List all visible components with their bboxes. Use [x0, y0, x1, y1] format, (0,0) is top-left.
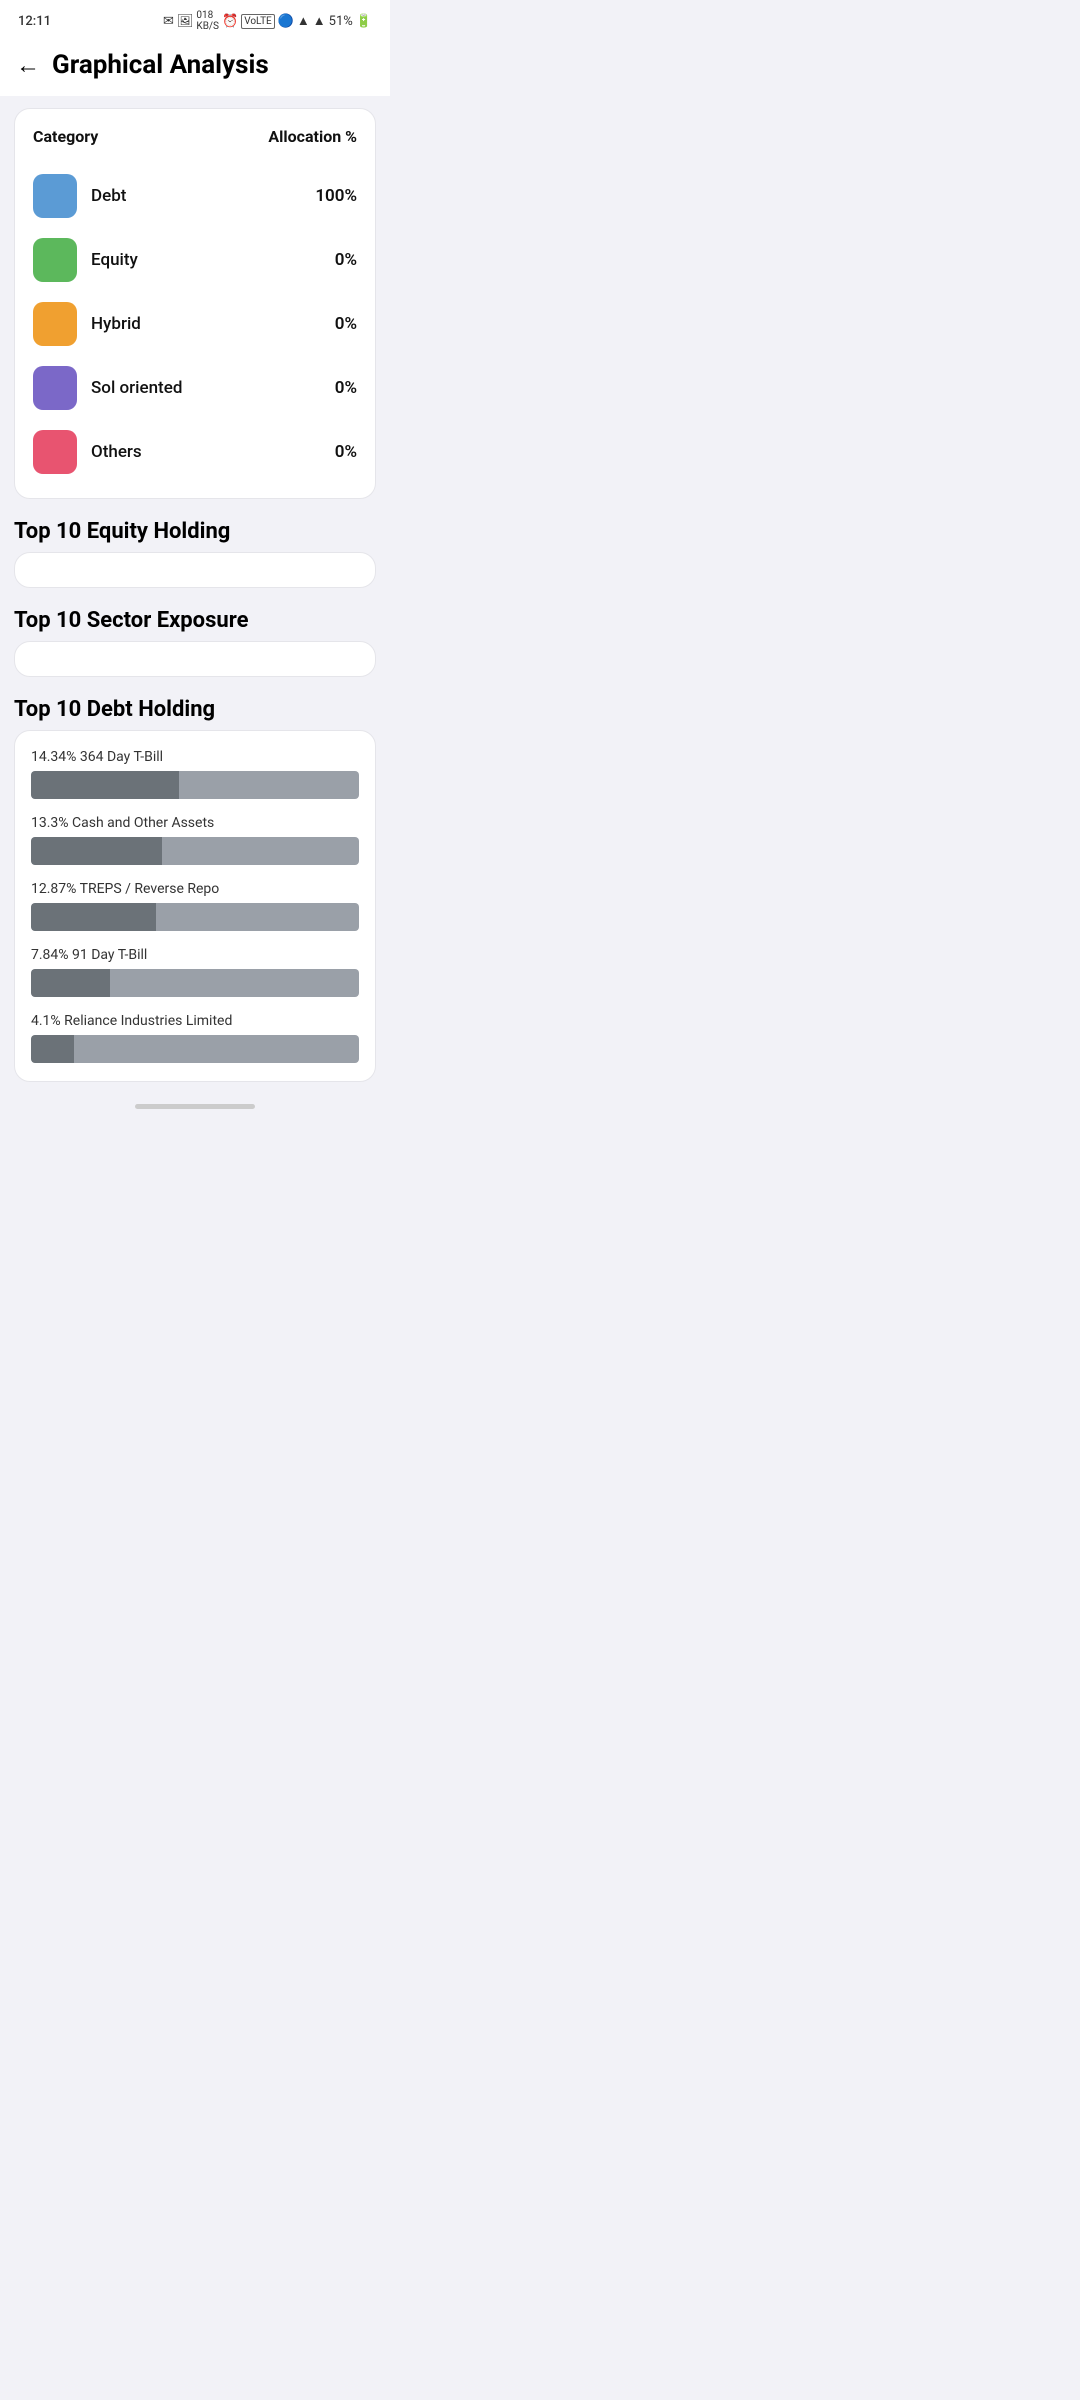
allocation-row: Debt 100% — [33, 164, 357, 228]
category-percent: 0% — [335, 250, 357, 270]
sector-heading: Top 10 Sector Exposure — [14, 604, 376, 641]
allocation-row-left: Others — [33, 430, 142, 474]
allocation-row-left: Equity — [33, 238, 138, 282]
scroll-bar — [135, 1104, 255, 1109]
allocation-card: Category Allocation % Debt 100% Equity 0… — [14, 108, 376, 499]
debt-bar-item: 14.34% 364 Day T-Bill — [31, 749, 359, 799]
allocation-row: Sol oriented 0% — [33, 356, 357, 420]
wifi-icon: ▲ — [297, 13, 310, 29]
equity-section: Top 10 Equity Holding — [14, 515, 376, 588]
image-icon: 🖼 — [177, 14, 194, 29]
column-allocation-label: Allocation % — [268, 127, 357, 146]
debt-bar-item: 7.84% 91 Day T-Bill — [31, 947, 359, 997]
alarm-icon: ⏰ — [222, 14, 238, 29]
debt-bar-track — [31, 1035, 359, 1063]
debt-bar-fill — [31, 1035, 74, 1063]
scroll-indicator — [0, 1094, 390, 1119]
sector-section: Top 10 Sector Exposure — [14, 604, 376, 677]
back-button[interactable]: ← — [16, 53, 40, 77]
category-percent: 0% — [335, 314, 357, 334]
category-color-swatch — [33, 174, 77, 218]
category-percent: 0% — [335, 378, 357, 398]
debt-bar-item: 4.1% Reliance Industries Limited — [31, 1013, 359, 1063]
sector-card-empty — [14, 641, 376, 677]
debt-bar-fill — [31, 903, 156, 931]
category-name: Sol oriented — [91, 378, 182, 398]
allocation-row-left: Debt — [33, 174, 126, 218]
debt-bar-track — [31, 903, 359, 931]
allocation-header: Category Allocation % — [33, 127, 357, 146]
speed-icon: 018KB/S — [196, 10, 219, 32]
debt-bar-track — [31, 969, 359, 997]
allocation-row-left: Sol oriented — [33, 366, 182, 410]
equity-card-empty — [14, 552, 376, 588]
category-color-swatch — [33, 430, 77, 474]
category-name: Debt — [91, 186, 126, 206]
category-name: Equity — [91, 250, 138, 270]
status-bar: 12:11 ✉ 🖼 018KB/S ⏰ VoLTE 🔵 ▲ ▲ 51% 🔋 — [0, 0, 390, 38]
debt-bar-item: 13.3% Cash and Other Assets — [31, 815, 359, 865]
debt-bar-track — [31, 837, 359, 865]
debt-bar-label: 14.34% 364 Day T-Bill — [31, 749, 359, 765]
allocation-row: Equity 0% — [33, 228, 357, 292]
category-percent: 0% — [335, 442, 357, 462]
category-name: Others — [91, 442, 142, 462]
debt-bar-label: 7.84% 91 Day T-Bill — [31, 947, 359, 963]
debt-bar-fill — [31, 837, 162, 865]
allocation-row: Others 0% — [33, 420, 357, 484]
battery-level: 51% — [329, 14, 353, 29]
category-name: Hybrid — [91, 314, 141, 334]
allocation-row-left: Hybrid — [33, 302, 141, 346]
debt-bar-track — [31, 771, 359, 799]
debt-bar-fill — [31, 969, 110, 997]
debt-bar-label: 12.87% TREPS / Reverse Repo — [31, 881, 359, 897]
debt-heading: Top 10 Debt Holding — [14, 693, 376, 730]
allocation-rows: Debt 100% Equity 0% Hybrid 0% Sol orient… — [33, 164, 357, 484]
battery-icon: 🔋 — [356, 14, 372, 29]
category-percent: 100% — [315, 186, 357, 206]
status-time: 12:11 — [18, 14, 51, 29]
debt-section: Top 10 Debt Holding 14.34% 364 Day T-Bil… — [14, 693, 376, 1082]
category-color-swatch — [33, 366, 77, 410]
page-header: ← Graphical Analysis — [0, 38, 390, 96]
main-content: Category Allocation % Debt 100% Equity 0… — [0, 96, 390, 1094]
signal-icon: ▲ — [313, 13, 326, 29]
debt-card: 14.34% 364 Day T-Bill 13.3% Cash and Oth… — [14, 730, 376, 1082]
mail-icon: ✉ — [163, 14, 174, 29]
category-color-swatch — [33, 238, 77, 282]
debt-bar-fill — [31, 771, 179, 799]
status-icons: ✉ 🖼 018KB/S ⏰ VoLTE 🔵 ▲ ▲ 51% 🔋 — [163, 10, 372, 32]
bluetooth-icon: 🔵 — [278, 14, 294, 29]
page-title: Graphical Analysis — [52, 50, 269, 80]
debt-bar-item: 12.87% TREPS / Reverse Repo — [31, 881, 359, 931]
debt-bar-label: 13.3% Cash and Other Assets — [31, 815, 359, 831]
column-category-label: Category — [33, 127, 98, 146]
volte-icon: VoLTE — [241, 14, 275, 29]
equity-heading: Top 10 Equity Holding — [14, 515, 376, 552]
allocation-row: Hybrid 0% — [33, 292, 357, 356]
category-color-swatch — [33, 302, 77, 346]
debt-bar-label: 4.1% Reliance Industries Limited — [31, 1013, 359, 1029]
